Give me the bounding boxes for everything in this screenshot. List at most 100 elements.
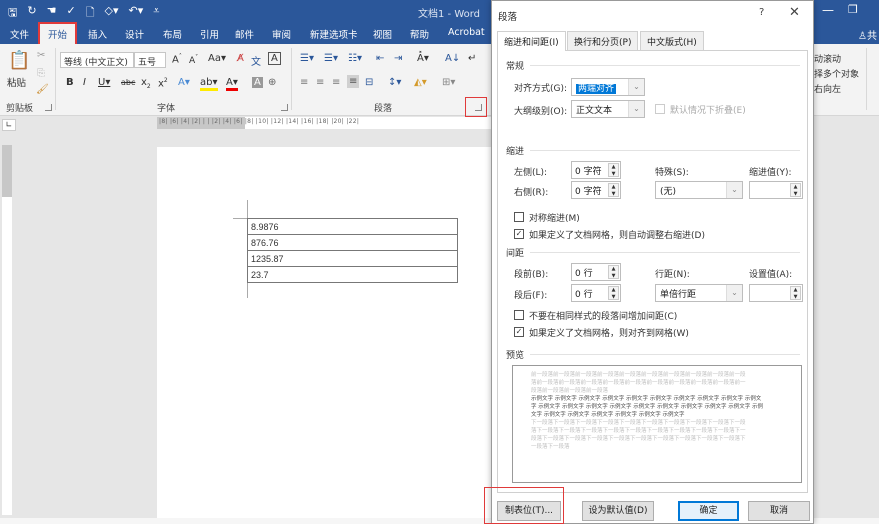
asian-layout-icon[interactable]: A̽▾ bbox=[417, 53, 429, 64]
tab-layout[interactable]: 布局 bbox=[163, 27, 182, 41]
print-preview-icon[interactable]: 🗋 bbox=[86, 4, 95, 23]
spinner-arrows-icon[interactable]: ▲ ▼ bbox=[790, 286, 801, 300]
cut-icon[interactable]: ✂ bbox=[37, 50, 45, 61]
horizontal-ruler[interactable]: |8| |6| |4| |2| | | |2| |4| |6| |8| |10|… bbox=[157, 117, 492, 129]
snap-grid-checkbox[interactable]: ✓ bbox=[514, 327, 524, 337]
mirror-indents-checkbox[interactable] bbox=[514, 212, 524, 222]
underline-icon[interactable]: U▾ bbox=[98, 77, 110, 88]
save-icon[interactable]: 🖫 bbox=[8, 4, 17, 23]
table-cell[interactable]: 876.76 bbox=[247, 234, 458, 251]
copy-icon[interactable]: ⎘ bbox=[37, 68, 45, 79]
decrease-indent-icon[interactable]: ⇤ bbox=[376, 53, 384, 64]
bold-icon[interactable]: B bbox=[66, 77, 74, 88]
tab-acrobat[interactable]: Acrobat bbox=[448, 27, 485, 38]
sort-icon[interactable]: A↓ bbox=[445, 53, 460, 64]
font-launcher[interactable] bbox=[281, 104, 288, 111]
spinner-arrows-icon[interactable]: ▲ ▼ bbox=[608, 183, 619, 197]
tab-line-page-breaks[interactable]: 换行和分页(P) bbox=[567, 31, 639, 50]
touch-mode-icon[interactable]: ☚ bbox=[47, 4, 57, 23]
indent-by-spinner[interactable]: ▲ ▼ bbox=[749, 181, 803, 199]
alignment-select[interactable]: 两端对齐 ⌄ bbox=[571, 78, 645, 96]
line-spacing-select[interactable]: 单倍行距 ⌄ bbox=[655, 284, 743, 302]
borders-icon[interactable]: ⊞▾ bbox=[442, 77, 455, 88]
tab-asian-typography[interactable]: 中文版式(H) bbox=[640, 31, 704, 50]
format-painter-icon[interactable]: ✓ bbox=[66, 4, 75, 23]
spinner-arrows-icon[interactable]: ▲ ▼ bbox=[790, 183, 801, 197]
distributed-icon[interactable]: ⊟ bbox=[365, 77, 373, 88]
tab-help[interactable]: 帮助 bbox=[410, 27, 429, 41]
share-button[interactable]: ♙共 bbox=[858, 27, 877, 42]
font-size-combo[interactable]: 五号 bbox=[134, 52, 166, 68]
table-cell[interactable]: 8.9876 bbox=[247, 218, 458, 235]
tab-new-tab[interactable]: 新建选项卡 bbox=[310, 27, 358, 41]
shading-icon[interactable]: ◭▾ bbox=[414, 77, 427, 88]
align-left-icon[interactable]: ≡ bbox=[300, 77, 308, 88]
autosave-icon[interactable]: ↻ bbox=[27, 4, 36, 23]
text-effects-icon[interactable]: A▾ bbox=[178, 77, 190, 88]
spacing-before-spinner[interactable]: 0 行 ▲ ▼ bbox=[571, 263, 621, 281]
auto-adjust-checkbox[interactable]: ✓ bbox=[514, 229, 524, 239]
document-page[interactable] bbox=[157, 147, 492, 520]
line-spacing-icon[interactable]: ↕▾ bbox=[388, 77, 401, 88]
numbering-icon[interactable]: ☰▾ bbox=[324, 53, 338, 64]
spinner-arrows-icon[interactable]: ▲ ▼ bbox=[608, 265, 619, 279]
help-icon[interactable]: ? bbox=[759, 7, 764, 18]
minimize-icon[interactable]: — bbox=[822, 3, 834, 17]
align-center-icon[interactable]: ≡ bbox=[316, 77, 324, 88]
tab-mailings[interactable]: 邮件 bbox=[235, 27, 254, 41]
tab-design[interactable]: 设计 bbox=[125, 27, 144, 41]
character-border-icon[interactable]: A bbox=[268, 52, 281, 65]
grow-font-icon[interactable]: A˄ bbox=[172, 53, 182, 65]
vertical-ruler[interactable] bbox=[2, 145, 12, 515]
shapes-icon[interactable]: ◇▾ bbox=[105, 4, 119, 23]
table-cell[interactable]: 1235.87 bbox=[247, 250, 458, 267]
tab-review[interactable]: 审阅 bbox=[272, 27, 291, 41]
increase-indent-icon[interactable]: ⇥ bbox=[394, 53, 402, 64]
phonetic-guide-icon[interactable]: 文 bbox=[251, 53, 261, 68]
strikethrough-icon[interactable]: abc bbox=[121, 78, 135, 87]
highlight-icon[interactable]: ab▾ bbox=[200, 77, 218, 91]
cancel-button[interactable]: 取消 bbox=[748, 501, 810, 521]
tab-view[interactable]: 视图 bbox=[373, 27, 392, 41]
special-select[interactable]: (无) ⌄ bbox=[655, 181, 743, 199]
clear-formatting-icon[interactable]: A̸ bbox=[237, 53, 244, 64]
right-indent-spinner[interactable]: 0 字符 ▲ ▼ bbox=[571, 181, 621, 199]
collapse-checkbox[interactable] bbox=[655, 104, 665, 114]
shrink-font-icon[interactable]: A˅ bbox=[189, 54, 198, 66]
subscript-icon[interactable]: x2 bbox=[141, 77, 151, 90]
superscript-icon[interactable]: x2 bbox=[158, 77, 168, 89]
document-table[interactable]: 8.9876 876.76 1235.87 23.7 bbox=[247, 218, 458, 283]
format-painter-icon[interactable]: 🖌 bbox=[36, 84, 49, 95]
no-space-checkbox[interactable] bbox=[514, 310, 524, 320]
spacing-at-spinner[interactable]: ▲ ▼ bbox=[749, 284, 803, 302]
multilevel-list-icon[interactable]: ☷▾ bbox=[348, 53, 362, 64]
paragraph-launcher[interactable] bbox=[475, 104, 482, 111]
spinner-arrows-icon[interactable]: ▲ ▼ bbox=[608, 286, 619, 300]
ok-button[interactable]: 确定 bbox=[678, 501, 739, 521]
tab-insert[interactable]: 插入 bbox=[88, 27, 107, 41]
tab-home[interactable]: 开始 bbox=[37, 22, 78, 46]
table-cell[interactable]: 23.7 bbox=[247, 266, 458, 283]
close-icon[interactable]: ✕ bbox=[789, 5, 800, 20]
tab-file[interactable]: 文件 bbox=[10, 27, 29, 41]
outline-level-select[interactable]: 正文文本 ⌄ bbox=[571, 100, 645, 118]
customize-icon[interactable]: ⩡ bbox=[153, 4, 159, 23]
tab-selector[interactable]: ∟ bbox=[2, 119, 16, 131]
italic-icon[interactable]: I bbox=[83, 77, 86, 88]
align-right-icon[interactable]: ≡ bbox=[332, 77, 340, 88]
paste-icon[interactable]: 📋 bbox=[8, 50, 30, 71]
clipboard-launcher[interactable] bbox=[45, 104, 52, 111]
justify-icon[interactable]: ≡ bbox=[347, 75, 360, 88]
character-shading-icon[interactable]: A bbox=[252, 77, 263, 88]
spacing-after-spinner[interactable]: 0 行 ▲ ▼ bbox=[571, 284, 621, 302]
left-indent-spinner[interactable]: 0 字符 ▲ ▼ bbox=[571, 161, 621, 179]
undo-icon[interactable]: ↶▾ bbox=[129, 4, 144, 23]
set-default-button[interactable]: 设为默认值(D) bbox=[582, 501, 654, 521]
restore-icon[interactable]: ❐ bbox=[848, 3, 858, 16]
show-marks-icon[interactable]: ↵ bbox=[468, 53, 476, 64]
enclose-characters-icon[interactable]: ⊕ bbox=[268, 77, 276, 88]
change-case-icon[interactable]: Aa▾ bbox=[208, 53, 226, 64]
paste-button[interactable]: 粘贴 bbox=[7, 75, 26, 89]
spinner-arrows-icon[interactable]: ▲ ▼ bbox=[608, 163, 619, 177]
bullets-icon[interactable]: ☰▾ bbox=[300, 53, 314, 64]
